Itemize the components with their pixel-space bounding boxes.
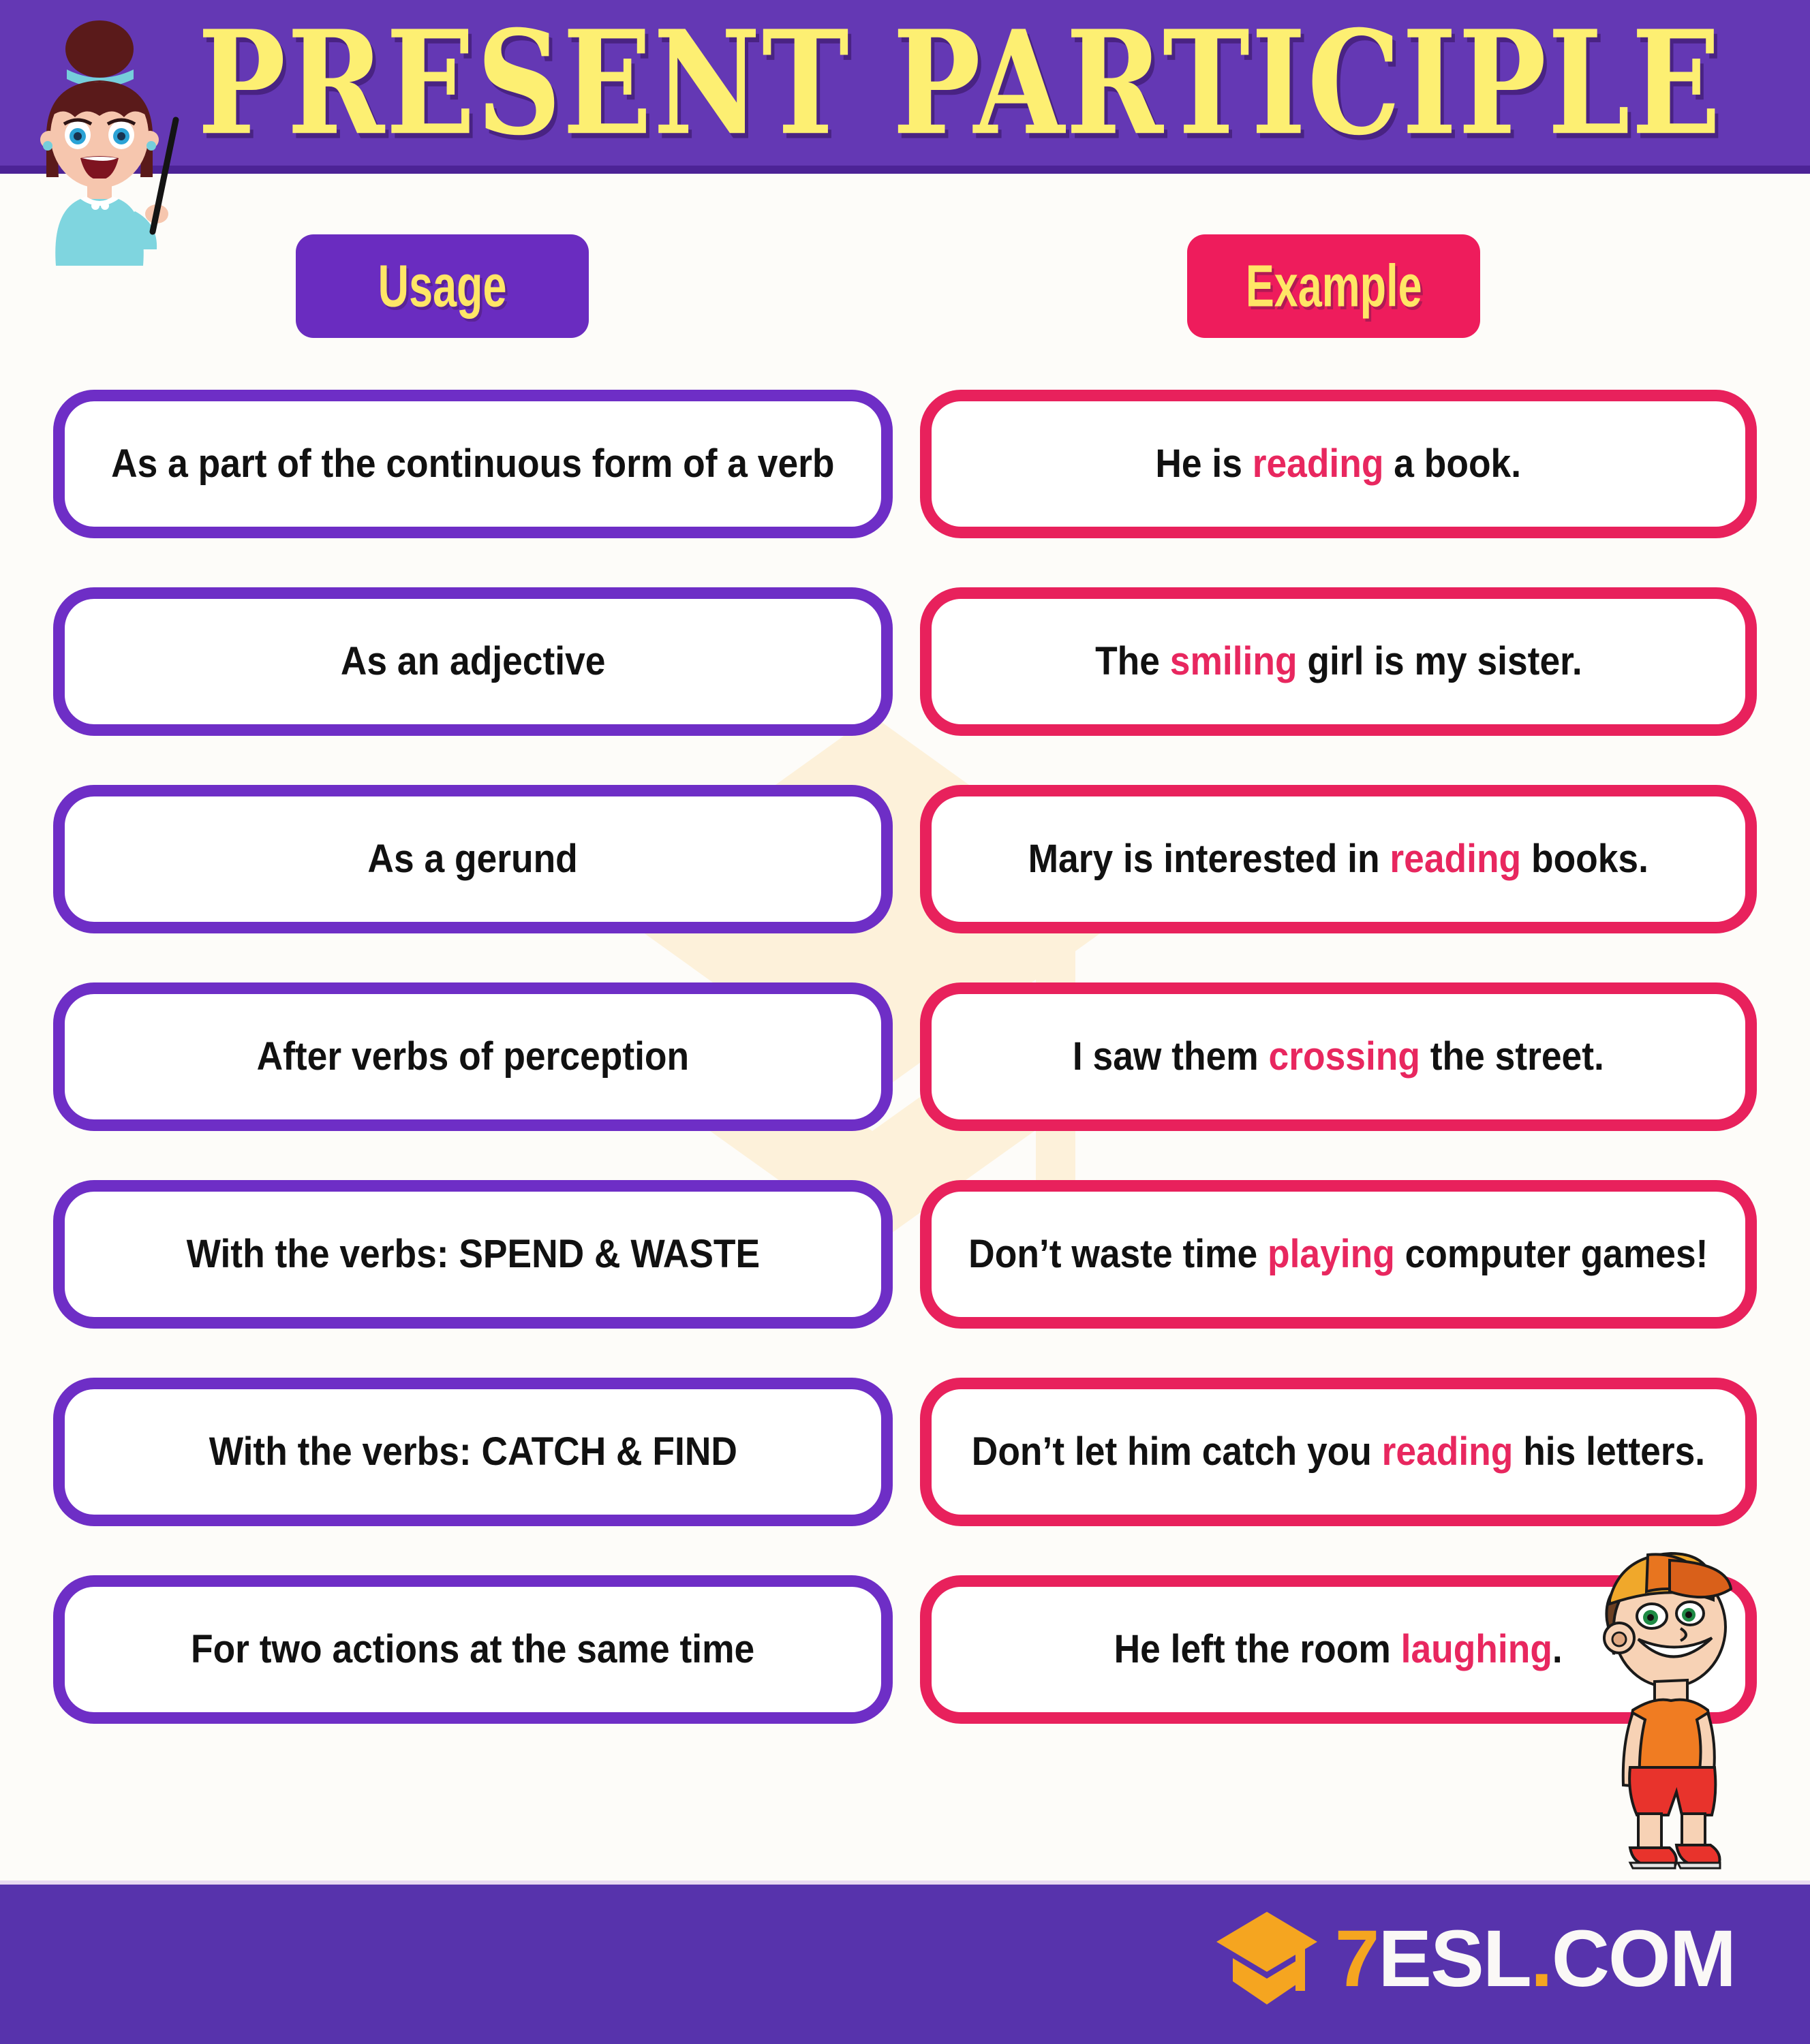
example-pill: Mary is interested in reading books. — [920, 785, 1757, 933]
example-pill: I saw them crossing the street. — [920, 982, 1757, 1131]
usage-pill: With the verbs: SPEND & WASTE — [53, 1180, 893, 1329]
logo-dot: . — [1530, 1914, 1553, 2004]
table-row: With the verbs: CATCH & FIND Don’t let h… — [0, 1378, 1810, 1526]
participle-highlight: laughing — [1400, 1627, 1553, 1672]
usage-pill: After verbs of perception — [53, 982, 893, 1131]
table-row: As a gerund Mary is interested in readin… — [0, 785, 1810, 933]
table-row: As an adjective The smiling girl is my s… — [0, 587, 1810, 736]
usage-text: As an adjective — [340, 639, 606, 684]
infographic-page: PRESENT PARTICIPLE Usage Example As a pa… — [0, 0, 1810, 2044]
usage-text: For two actions at the same time — [191, 1627, 755, 1672]
usage-text: With the verbs: SPEND & WASTE — [186, 1232, 760, 1277]
example-text: He is reading a book. — [1155, 442, 1522, 486]
usage-pill: As an adjective — [53, 587, 893, 736]
usage-pill: With the verbs: CATCH & FIND — [53, 1378, 893, 1526]
table-row: With the verbs: SPEND & WASTE Don’t wast… — [0, 1180, 1810, 1329]
example-pill: He is reading a book. — [920, 390, 1757, 538]
site-logo[interactable]: 7ESL.COM — [1214, 1908, 1736, 2010]
example-text: The smiling girl is my sister. — [1094, 639, 1582, 684]
example-text: Mary is interested in reading books. — [1028, 837, 1649, 882]
usage-pill: For two actions at the same time — [53, 1575, 893, 1724]
example-text: Don’t let him catch you reading his lett… — [971, 1429, 1706, 1474]
logo-text: 7ESL.COM — [1334, 1908, 1736, 2010]
example-pill: The smiling girl is my sister. — [920, 587, 1757, 736]
logo-seven: 7 — [1334, 1914, 1380, 2004]
participle-highlight: reading — [1381, 1429, 1514, 1474]
usage-text: As a gerund — [367, 837, 579, 882]
example-pill: Don’t waste time playing computer games! — [920, 1180, 1757, 1329]
participle-highlight: crossing — [1268, 1034, 1421, 1079]
example-text: Don’t waste time playing computer games! — [968, 1232, 1708, 1277]
logo-esl: ESL — [1378, 1914, 1531, 2004]
graduation-cap-icon — [1216, 1912, 1317, 2004]
usage-pill: As a part of the continuous form of a ve… — [53, 390, 893, 538]
participle-highlight: smiling — [1169, 639, 1298, 684]
participle-highlight: reading — [1390, 837, 1522, 882]
usage-text: With the verbs: CATCH & FIND — [209, 1429, 737, 1474]
usage-text: As a part of the continuous form of a ve… — [111, 442, 835, 486]
boy-with-cap-icon — [1603, 1551, 1733, 1870]
participle-highlight: playing — [1268, 1232, 1396, 1277]
column-header-example: Example — [1187, 234, 1480, 338]
example-pill: Don’t let him catch you reading his lett… — [920, 1378, 1757, 1526]
page-title: PRESENT PARTICIPLE — [198, 0, 1723, 168]
table-row: After verbs of perception I saw them cro… — [0, 982, 1810, 1131]
logo-com: COM — [1551, 1914, 1736, 2004]
usage-text: After verbs of perception — [256, 1034, 690, 1079]
table-row: As a part of the continuous form of a ve… — [0, 390, 1810, 538]
example-text: I saw them crossing the street. — [1073, 1034, 1604, 1079]
example-text: He left the room laughing. — [1114, 1627, 1563, 1672]
usage-pill: As a gerund — [53, 785, 893, 933]
column-header-usage: Usage — [296, 234, 589, 338]
participle-highlight: reading — [1253, 442, 1384, 486]
teacher-girl-icon — [40, 20, 179, 266]
table-row: For two actions at the same time He left… — [0, 1575, 1810, 1724]
